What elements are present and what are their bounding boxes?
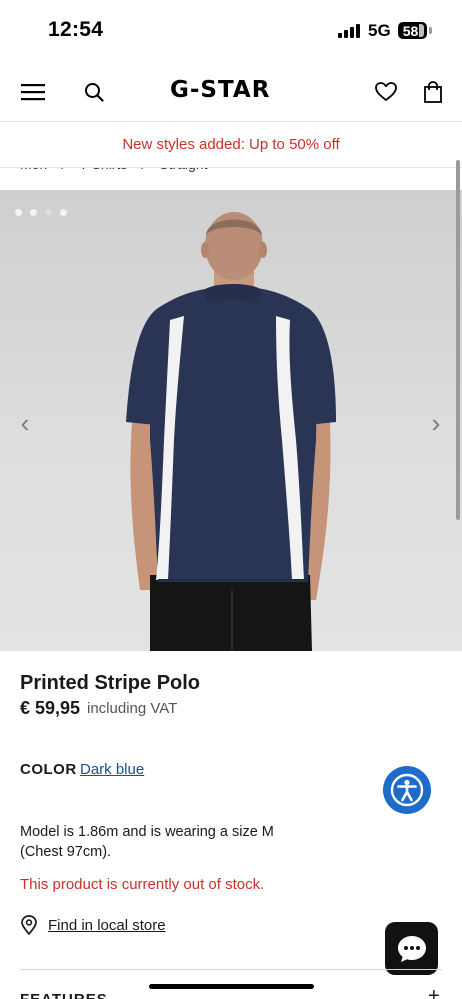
pagination-dot-active[interactable] (60, 209, 67, 216)
product-image-gallery[interactable]: ‹ › (0, 190, 462, 651)
features-accordion-label[interactable]: FEATURES (20, 991, 108, 999)
pagination-dot[interactable] (30, 209, 37, 216)
search-icon[interactable] (76, 74, 112, 110)
home-indicator[interactable] (149, 984, 314, 989)
vat-note: including VAT (87, 700, 178, 717)
battery-icon: 58 (398, 22, 427, 39)
status-time: 12:54 (48, 18, 104, 41)
find-store-link[interactable]: Find in local store (48, 917, 166, 934)
product-price: € 59,95 (20, 698, 81, 718)
pagination-dot[interactable] (15, 209, 22, 216)
promo-banner[interactable]: New styles added: Up to 50% off (0, 122, 462, 168)
chevron-left-icon[interactable]: ‹ (12, 408, 38, 438)
location-pin-icon (21, 915, 37, 935)
find-store-row[interactable]: Find in local store (20, 915, 166, 935)
hamburger-menu-icon[interactable] (15, 74, 51, 110)
network-type: 5G (368, 21, 391, 40)
signal-icon (338, 24, 360, 38)
model-info: Model is 1.86m and is wearing a size M (… (20, 824, 274, 860)
accessibility-icon[interactable] (383, 766, 431, 814)
plus-icon[interactable]: + (428, 985, 440, 999)
product-image (126, 212, 336, 651)
section-divider (20, 969, 442, 970)
shopping-bag-icon[interactable] (415, 74, 451, 110)
color-label: COLOR (20, 761, 77, 778)
site-header: G-STAR (0, 62, 462, 122)
chat-icon[interactable] (385, 922, 438, 975)
pagination-dot[interactable] (45, 209, 52, 216)
gstar-logo[interactable]: G-STAR (170, 77, 270, 103)
product-title: Printed Stripe Polo (20, 672, 201, 694)
heart-icon[interactable] (368, 74, 404, 110)
chevron-right-icon[interactable]: › (423, 408, 449, 438)
battery-tip (429, 27, 432, 34)
battery-level: 58 (402, 22, 419, 39)
promo-text: New styles added: Up to 50% off (122, 136, 340, 153)
status-bar: 12:54 5G 58 (0, 0, 462, 62)
gallery-pagination (15, 209, 67, 216)
color-value-link[interactable]: Dark blue (80, 761, 144, 778)
stock-status: This product is currently out of stock. (20, 876, 265, 893)
page-scrollbar[interactable] (456, 160, 460, 520)
